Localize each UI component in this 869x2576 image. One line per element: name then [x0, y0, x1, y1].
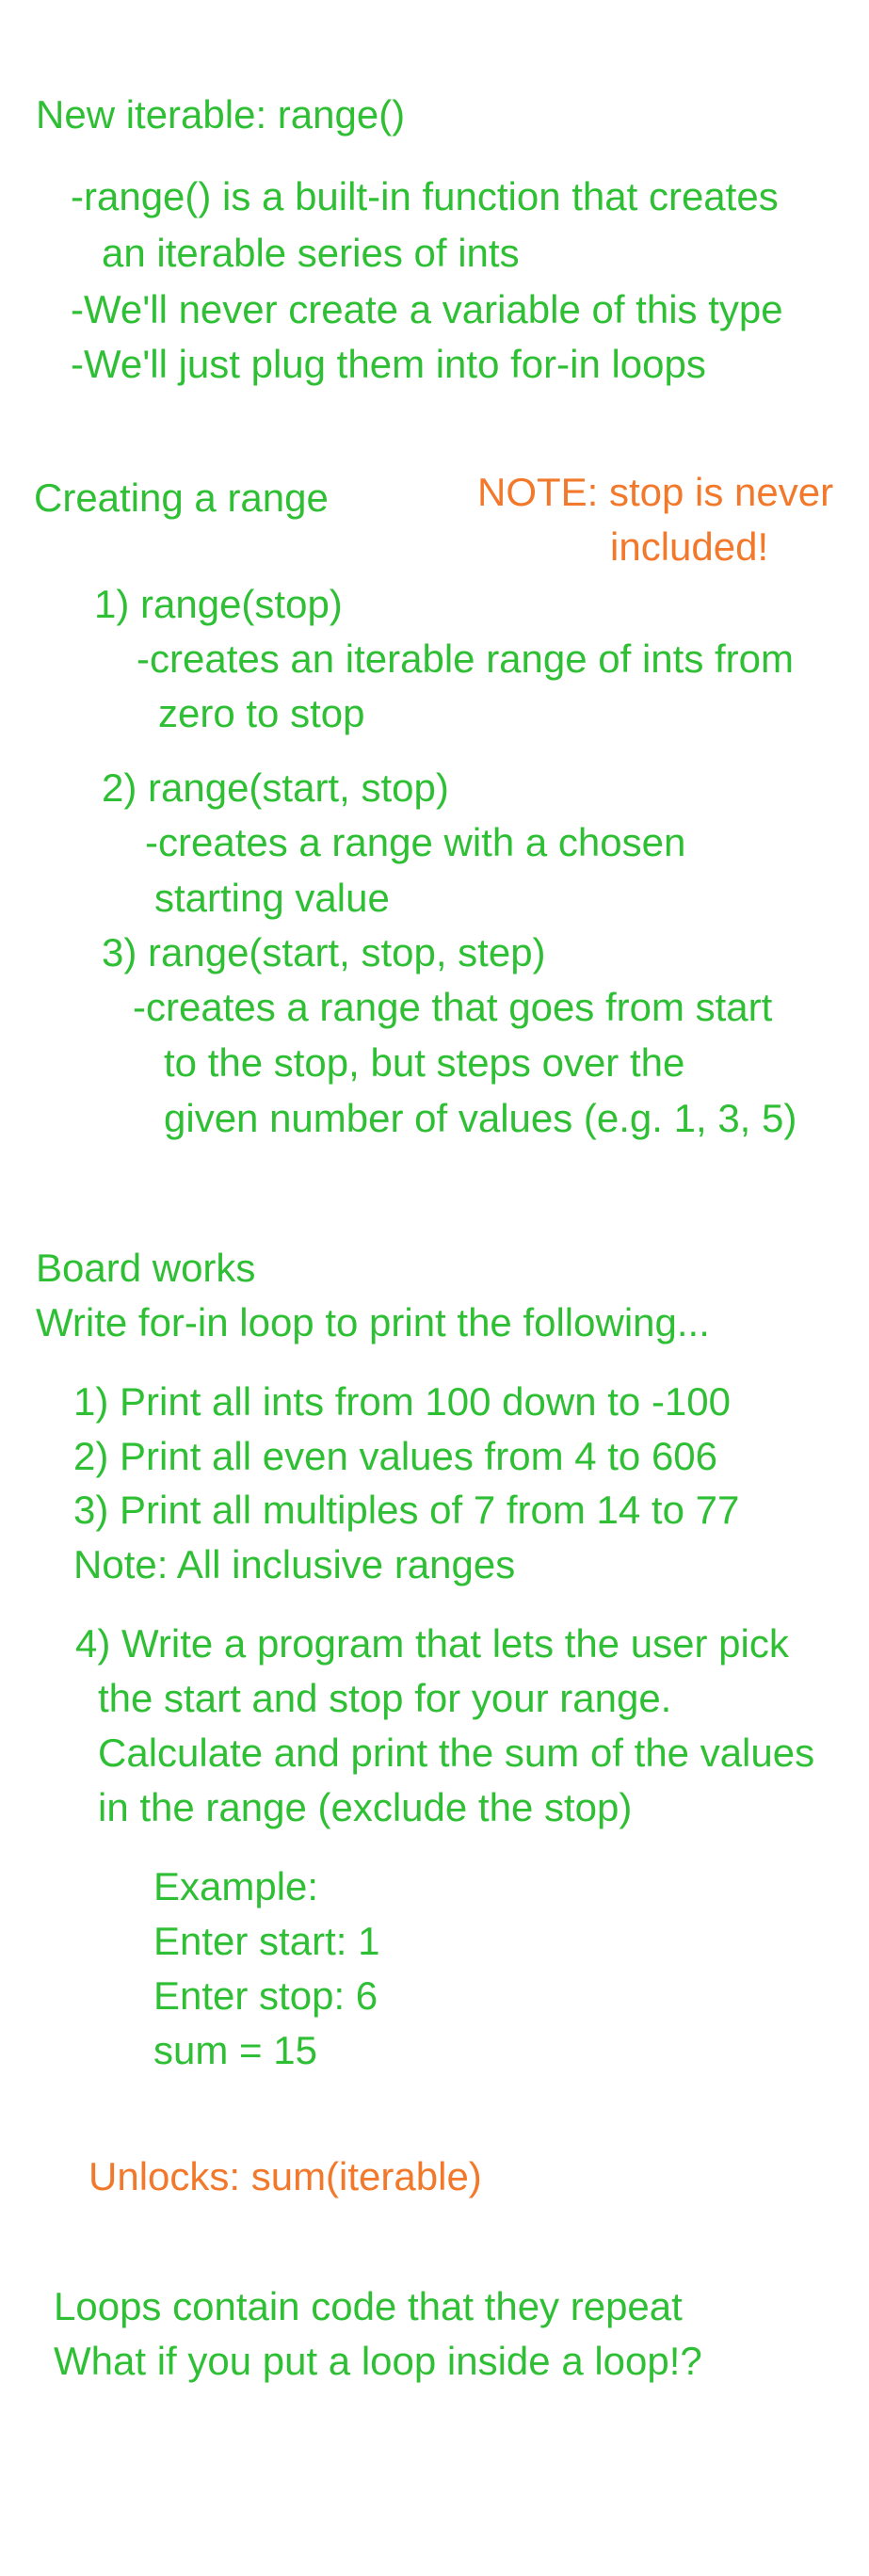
range-item-desc: -creates a range with a chosen	[145, 820, 686, 864]
range-item-desc: to the stop, but steps over the	[164, 1040, 685, 1085]
range-item-title: 1) range(stop)	[94, 582, 343, 626]
range-item-title: 3) range(start, stop, step)	[102, 930, 546, 974]
task-line: 2) Print all even values from 4 to 606	[73, 1434, 718, 1478]
range-item-desc: zero to stop	[158, 691, 365, 735]
text-line: -range() is a built-in function that cre…	[71, 174, 779, 218]
task4-line: in the range (exclude the stop)	[98, 1785, 633, 1829]
task4-line: the start and stop for your range.	[98, 1676, 672, 1720]
example-line: Example:	[153, 1864, 319, 1908]
range-item-desc: -creates a range that goes from start	[133, 985, 773, 1029]
unlocks-note: Unlocks: sum(iterable)	[89, 2154, 482, 2198]
note-line: NOTE: stop is never	[477, 470, 834, 514]
section-heading-creating-range: Creating a range	[34, 475, 329, 520]
task-line: 3) Print all multiples of 7 from 14 to 7…	[73, 1488, 740, 1532]
task4-line: 4) Write a program that lets the user pi…	[75, 1621, 789, 1666]
range-item-desc: given number of values (e.g. 1, 3, 5)	[164, 1096, 797, 1140]
section-heading-new-iterable: New iterable: range()	[36, 92, 406, 137]
task-line: 1) Print all ints from 100 down to -100	[73, 1379, 732, 1424]
closing-line: What if you put a loop inside a loop!?	[54, 2339, 702, 2383]
example-line: Enter stop: 6	[153, 1973, 378, 2018]
range-item-title: 2) range(start, stop)	[102, 765, 449, 810]
example-line: sum = 15	[153, 2028, 317, 2072]
note-line: included!	[610, 524, 769, 569]
text-line: an iterable series of ints	[102, 231, 520, 275]
text-line: -We'll just plug them into for-in loops	[71, 342, 706, 386]
range-item-desc: -creates an iterable range of ints from	[137, 636, 795, 681]
closing-line: Loops contain code that they repeat	[54, 2284, 683, 2328]
range-item-desc: starting value	[154, 876, 390, 920]
section-heading-board-works: Board works	[36, 1246, 256, 1290]
example-line: Enter start: 1	[153, 1919, 380, 1963]
task4-line: Calculate and print the sum of the value…	[98, 1731, 815, 1775]
task-note: Note: All inclusive ranges	[73, 1542, 516, 1586]
section-subheading: Write for-in loop to print the following…	[36, 1300, 710, 1344]
text-line: -We'll never create a variable of this t…	[71, 287, 783, 331]
